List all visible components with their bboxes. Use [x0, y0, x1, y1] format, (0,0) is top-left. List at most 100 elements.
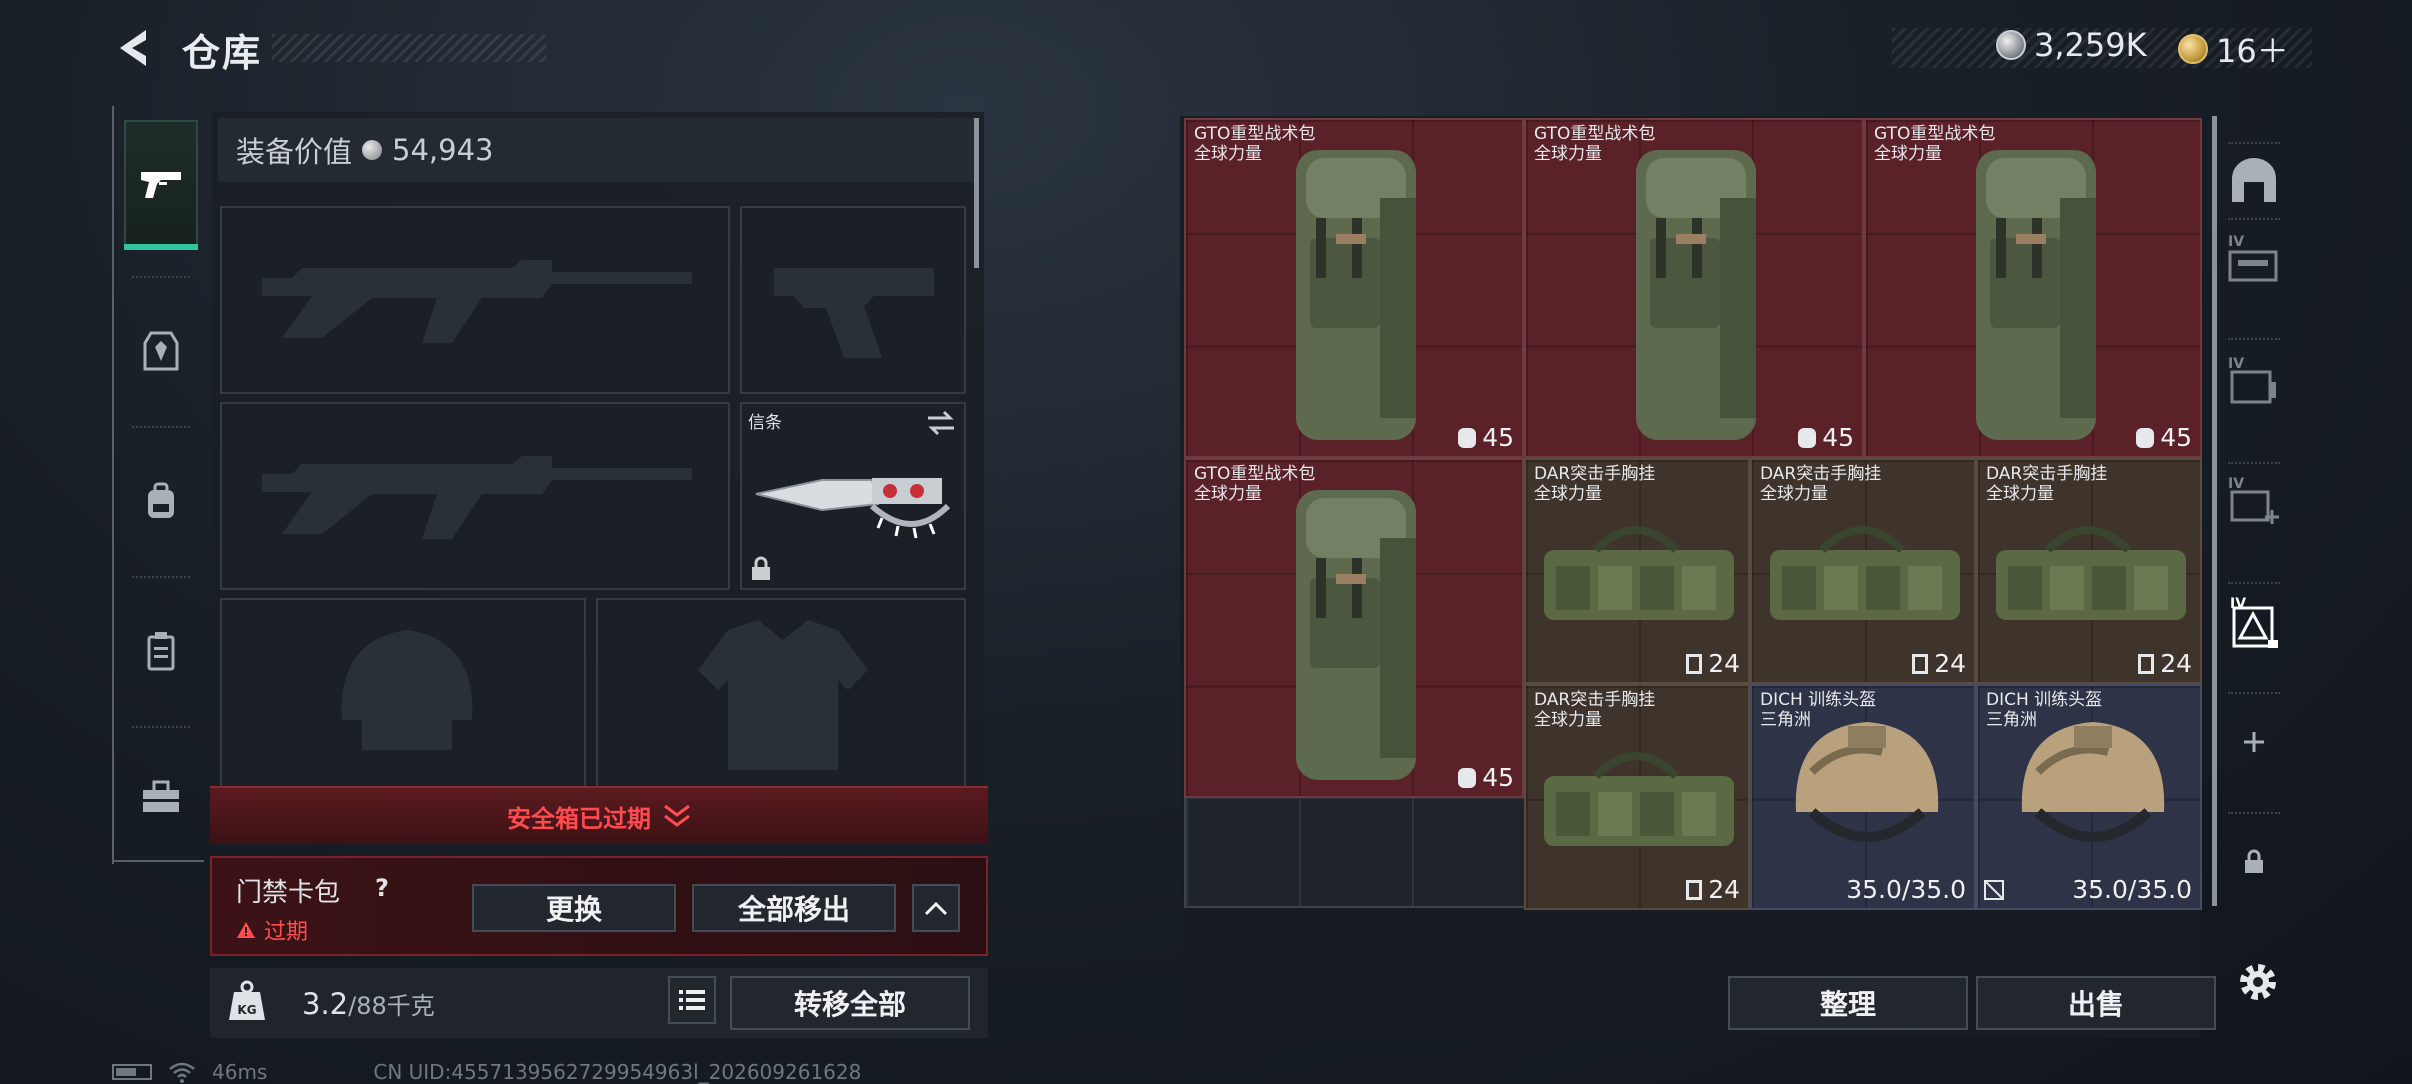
secondary-weapon-slot[interactable]	[220, 402, 730, 590]
backpack-image	[1296, 490, 1416, 780]
chest-rig-icon	[1686, 653, 1703, 674]
storage-item-backpack[interactable]: GTO重型战术包 全球力量 45	[1524, 118, 1864, 458]
svg-text:IV: IV	[2228, 234, 2244, 250]
item-durability: 35.0/35.0	[2072, 875, 2192, 904]
item-capacity: 24	[1686, 649, 1740, 678]
svg-text:IV: IV	[2230, 596, 2246, 612]
item-brand: 全球力量	[1874, 144, 1942, 164]
armor-silhouette-icon	[698, 620, 868, 770]
svg-text:KG: KG	[237, 1003, 256, 1017]
weight-max: /88千克	[348, 992, 435, 1020]
currency-silver[interactable]: 3,259K	[1996, 26, 2147, 64]
weight-current: 3.2	[302, 987, 349, 1021]
storage-item-helmet[interactable]: DICH 训练头盔 三角洲 35.0/35.0	[1976, 684, 2202, 910]
storage-item-chest-rig[interactable]: DAR突击手胸挂 全球力量 24	[1524, 458, 1750, 684]
backpack-icon	[1798, 427, 1817, 448]
tab-chest-rig[interactable]	[124, 286, 198, 416]
swap-icon[interactable]	[926, 410, 956, 436]
helmet-image	[1795, 722, 1939, 842]
item-capacity: 45	[1798, 423, 1854, 452]
plus-icon[interactable]	[2224, 712, 2284, 772]
melee-label: 信条	[748, 413, 782, 433]
backpack-image	[1976, 150, 2096, 440]
help-icon[interactable]: ?	[366, 872, 398, 904]
item-brand: 全球力量	[1194, 484, 1262, 504]
collapse-button[interactable]	[912, 884, 960, 932]
item-name: DAR突击手胸挂	[1534, 464, 1656, 484]
keycard-expired-status: 过期	[236, 914, 308, 946]
storage-item-backpack[interactable]: GTO重型战术包 全球力量 45	[1184, 458, 1524, 798]
pistol-icon	[141, 172, 181, 198]
case-tier-iv-icon[interactable]: IV	[2224, 228, 2284, 288]
safe-box-expired-banner[interactable]: 安全箱已过期	[210, 786, 988, 844]
equipment-value-amount: 54,943	[392, 133, 494, 167]
toolbox-icon	[143, 780, 179, 812]
armor-slot[interactable]	[596, 598, 966, 788]
storage-home-icon[interactable]	[2224, 150, 2284, 210]
case-tier-iv-add-icon[interactable]: IV	[2224, 470, 2284, 530]
primary-weapon-slot[interactable]	[220, 206, 730, 394]
chest-rig-icon	[1912, 653, 1929, 674]
lock-icon	[2224, 832, 2284, 892]
chest-rig-image	[1544, 526, 1734, 620]
storage-item-chest-rig[interactable]: DAR突击手胸挂 全球力量 24	[1524, 684, 1750, 910]
storage-item-chest-rig[interactable]: DAR突击手胸挂 全球力量 24	[1976, 458, 2202, 684]
kg-weight-icon: KG	[229, 980, 265, 1020]
silver-coin-icon	[362, 140, 383, 160]
gold-amount: 16＋	[2216, 32, 2289, 70]
tab-backpack[interactable]	[124, 436, 198, 566]
list-icon	[679, 990, 705, 1010]
chevron-double-down-icon	[664, 804, 690, 827]
replace-button[interactable]: 更换	[472, 884, 676, 932]
equipment-value-label: 装备价值	[236, 135, 353, 169]
sidearm-slot[interactable]	[740, 206, 966, 394]
case-tier-iv-selected-icon[interactable]: IV	[2224, 592, 2284, 652]
item-brand: 全球力量	[1760, 484, 1828, 504]
silver-amount: 3,259K	[2034, 26, 2147, 64]
case-tier-iv-icon[interactable]: IV	[2224, 350, 2284, 410]
sell-button[interactable]: 出售	[1976, 976, 2216, 1030]
wifi-icon	[169, 1062, 195, 1083]
settings-gear-icon[interactable]	[2234, 958, 2282, 1006]
chevron-up-icon	[924, 901, 948, 916]
rifle-silhouette-icon	[262, 456, 692, 539]
helmet-silhouette-icon	[341, 630, 473, 750]
title-decoration	[272, 34, 546, 62]
item-capacity: 45	[2136, 423, 2192, 452]
item-name: DAR突击手胸挂	[1760, 464, 1882, 484]
storage-item-backpack[interactable]: GTO重型战术包 全球力量 45	[1184, 118, 1524, 458]
item-name: DAR突击手胸挂	[1986, 464, 2108, 484]
chest-rig-icon	[1686, 879, 1703, 900]
item-brand: 全球力量	[1534, 484, 1602, 504]
transfer-all-button[interactable]: 转移全部	[730, 976, 970, 1030]
storage-item-helmet[interactable]: DICH 训练头盔 三角洲 35.0/35.0	[1750, 684, 1976, 910]
chest-rig-image	[1544, 752, 1734, 846]
status-footer: 46ms CN UID:4557139562729954963l_2026092…	[112, 1060, 861, 1084]
sort-button[interactable]: 整理	[1728, 976, 1968, 1030]
chest-rig-image	[1770, 526, 1960, 620]
storage-item-backpack[interactable]: GTO重型战术包 全球力量 45	[1864, 118, 2202, 458]
tab-weapons[interactable]	[124, 120, 198, 250]
remove-all-button[interactable]: 全部移出	[692, 884, 896, 932]
equipment-scrollbar[interactable]	[974, 118, 979, 268]
silver-coin-icon	[1996, 30, 2026, 60]
list-view-button[interactable]	[668, 976, 716, 1024]
svg-text:IV: IV	[2228, 476, 2244, 492]
item-name: DICH 训练头盔	[1986, 690, 2103, 710]
knife-icon	[755, 478, 951, 539]
ping-readout: 46ms	[212, 1060, 268, 1084]
item-brand: 全球力量	[1534, 144, 1602, 164]
currency-gold[interactable]: 16＋	[2178, 26, 2289, 72]
item-durability: 35.0/35.0	[1846, 875, 1966, 904]
equipment-tab-bar	[112, 106, 202, 864]
tab-container[interactable]	[124, 586, 198, 716]
item-capacity: 24	[1686, 875, 1740, 904]
melee-slot[interactable]: 信条	[740, 402, 966, 590]
helmet-slot[interactable]	[220, 598, 586, 788]
storage-item-chest-rig[interactable]: DAR突击手胸挂 全球力量 24	[1750, 458, 1976, 684]
item-capacity: 45	[1458, 763, 1514, 792]
back-arrow-icon[interactable]	[112, 26, 156, 70]
backpack-image	[1296, 150, 1416, 440]
tab-toolbox[interactable]	[124, 732, 198, 862]
rifle-silhouette-icon	[262, 260, 692, 343]
